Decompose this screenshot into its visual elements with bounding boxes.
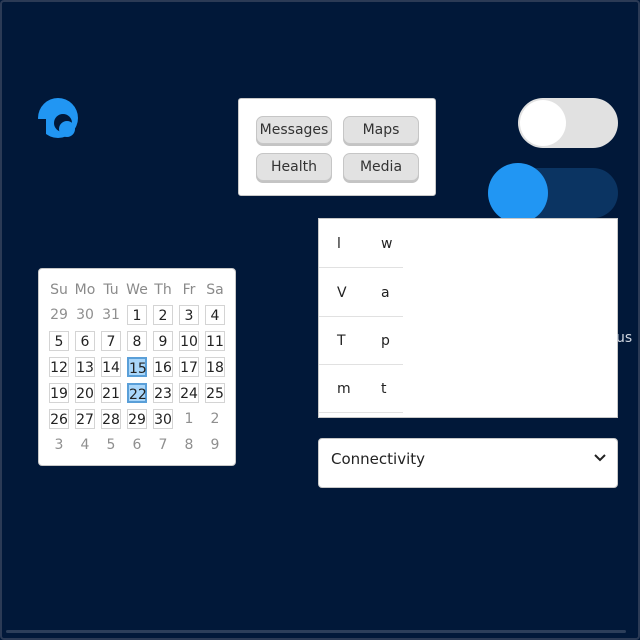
horizontal-scrollbar[interactable] bbox=[6, 630, 626, 633]
calendar-day[interactable]: 10 bbox=[179, 331, 199, 351]
list-panel: l w V a T p m t bbox=[318, 218, 618, 418]
calendar-weekday: Sa bbox=[206, 282, 224, 298]
calendar-weekday: Tu bbox=[103, 282, 119, 298]
chevron-down-icon bbox=[594, 454, 606, 462]
calendar-day[interactable]: 30 bbox=[75, 305, 95, 325]
calendar-day[interactable]: 7 bbox=[101, 331, 121, 351]
calendar-day[interactable]: 8 bbox=[127, 331, 147, 351]
calendar-day[interactable]: 27 bbox=[75, 409, 95, 429]
quick-buttons-panel: Messages Maps Health Media bbox=[238, 98, 436, 196]
list-item-col2: t bbox=[381, 381, 387, 397]
calendar-day[interactable]: 3 bbox=[179, 305, 199, 325]
list-item[interactable]: m t bbox=[319, 364, 403, 413]
calendar-day[interactable]: 6 bbox=[127, 435, 147, 455]
calendar-day[interactable]: 1 bbox=[179, 409, 199, 429]
list-item-col1: m bbox=[337, 381, 351, 397]
calendar-weekday: Su bbox=[50, 282, 68, 298]
calendar-weekday: We bbox=[126, 282, 148, 298]
calendar-day[interactable]: 23 bbox=[153, 383, 173, 403]
toggle-knob bbox=[488, 163, 548, 223]
calendar-day[interactable]: 13 bbox=[75, 357, 95, 377]
calendar-day[interactable]: 21 bbox=[101, 383, 121, 403]
list-item[interactable]: T p bbox=[319, 316, 403, 365]
calendar-day[interactable]: 16 bbox=[153, 357, 173, 377]
calendar-day[interactable]: 25 bbox=[205, 383, 225, 403]
calendar-day[interactable]: 26 bbox=[49, 409, 69, 429]
messages-button[interactable]: Messages bbox=[256, 116, 332, 144]
category-dropdown[interactable]: Connectivity bbox=[318, 438, 618, 488]
calendar-day[interactable]: 5 bbox=[49, 331, 69, 351]
media-button[interactable]: Media bbox=[343, 153, 419, 181]
calendar-day[interactable]: 14 bbox=[101, 357, 121, 377]
calendar-day[interactable]: 19 bbox=[49, 383, 69, 403]
calendar-day[interactable]: 4 bbox=[205, 305, 225, 325]
calendar-weekday: Th bbox=[154, 282, 172, 298]
list-item-col1: l bbox=[337, 236, 341, 252]
calendar: Su Mo Tu We Th Fr Sa 29 30 31 1 2 3 4 5 6 7 8 9 10 11 12 13 14 1… bbox=[38, 268, 236, 466]
calendar-day[interactable]: 8 bbox=[179, 435, 199, 455]
toggle-switch-on[interactable] bbox=[488, 163, 618, 223]
calendar-day[interactable]: 31 bbox=[101, 305, 121, 325]
calendar-day[interactable]: 30 bbox=[153, 409, 173, 429]
calendar-weekday: Mo bbox=[74, 282, 96, 298]
calendar-day[interactable]: 9 bbox=[205, 435, 225, 455]
list-item-col2: w bbox=[381, 236, 393, 252]
app-logo-icon bbox=[38, 98, 78, 139]
calendar-weekday: Fr bbox=[182, 282, 196, 298]
calendar-day[interactable]: 5 bbox=[101, 435, 121, 455]
calendar-day[interactable]: 9 bbox=[153, 331, 173, 351]
calendar-day[interactable]: 6 bbox=[75, 331, 95, 351]
calendar-day[interactable]: 7 bbox=[153, 435, 173, 455]
calendar-day[interactable]: 18 bbox=[205, 357, 225, 377]
health-button[interactable]: Health bbox=[256, 153, 332, 181]
calendar-day[interactable]: 2 bbox=[205, 409, 225, 429]
list-item-col1: T bbox=[337, 333, 346, 349]
calendar-day[interactable]: 2 bbox=[153, 305, 173, 325]
calendar-day[interactable]: 29 bbox=[127, 409, 147, 429]
list-item[interactable]: l w bbox=[319, 219, 403, 268]
calendar-day[interactable]: 11 bbox=[205, 331, 225, 351]
list-item-col2: a bbox=[381, 285, 390, 301]
calendar-day[interactable]: 1 bbox=[127, 305, 147, 325]
calendar-day-selected[interactable]: 15 bbox=[127, 357, 147, 377]
calendar-day[interactable]: 28 bbox=[101, 409, 121, 429]
toggle-knob bbox=[520, 100, 566, 146]
calendar-day[interactable]: 3 bbox=[49, 435, 69, 455]
calendar-day[interactable]: 29 bbox=[49, 305, 69, 325]
list-item-col1: V bbox=[337, 285, 347, 301]
calendar-day-selected[interactable]: 22 bbox=[127, 383, 147, 403]
list-item[interactable]: V a bbox=[319, 268, 403, 317]
list-item-col2: p bbox=[381, 333, 390, 349]
calendar-day[interactable]: 24 bbox=[179, 383, 199, 403]
calendar-day[interactable]: 20 bbox=[75, 383, 95, 403]
dropdown-value: Connectivity bbox=[331, 450, 425, 468]
calendar-day[interactable]: 12 bbox=[49, 357, 69, 377]
calendar-day[interactable]: 4 bbox=[75, 435, 95, 455]
maps-button[interactable]: Maps bbox=[343, 116, 419, 144]
overflow-label: us bbox=[616, 330, 633, 346]
toggle-switch-off[interactable] bbox=[518, 98, 618, 148]
calendar-day[interactable]: 17 bbox=[179, 357, 199, 377]
